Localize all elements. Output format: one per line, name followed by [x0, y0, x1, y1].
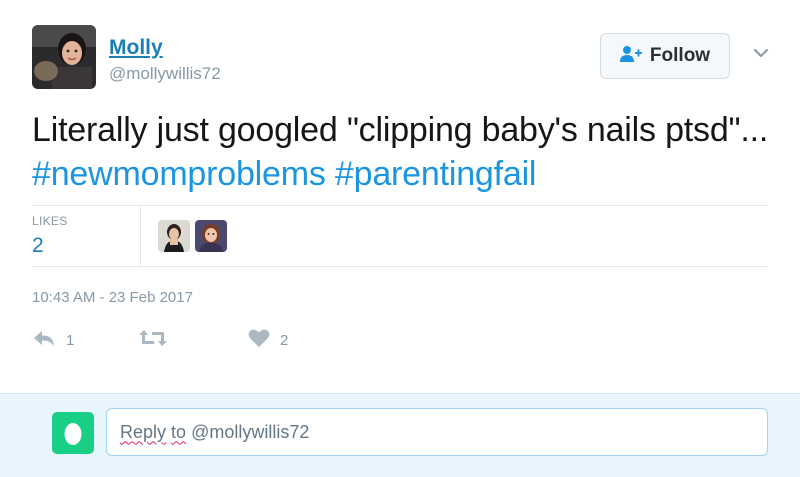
egg-avatar-icon: [52, 412, 94, 454]
divider: [32, 205, 768, 206]
reply-button[interactable]: 1: [32, 328, 74, 353]
reply-placeholder-word: to: [171, 421, 187, 442]
reply-input[interactable]: Reply to @mollywillis72: [106, 408, 768, 456]
tweet-body: Literally just googled "clipping baby's …: [32, 111, 769, 149]
reply-bar: Reply to @mollywillis72: [0, 393, 800, 477]
heart-icon: [248, 328, 270, 353]
reply-count: 1: [66, 332, 75, 349]
follow-label: Follow: [649, 45, 711, 66]
liker-avatar[interactable]: [158, 220, 190, 252]
author-name[interactable]: Molly: [109, 36, 163, 60]
liker-avatar[interactable]: [195, 220, 227, 252]
author-handle[interactable]: @mollywillis72: [109, 64, 221, 84]
tweet-timestamp[interactable]: 10:43 AM - 23 Feb 2017: [32, 289, 193, 306]
hashtag-link[interactable]: #parentingfail: [335, 155, 537, 193]
tweet-card: Molly @mollywillis72 Follow Literally ju…: [0, 0, 800, 393]
reply-placeholder-word: Reply: [120, 421, 167, 442]
tweet-text: Literally just googled "clipping baby's …: [32, 108, 772, 196]
likes-stat[interactable]: LIKES 2: [32, 214, 68, 258]
reply-placeholder-handle: @mollywillis72: [191, 421, 310, 442]
divider: [32, 266, 768, 267]
likes-count: 2: [32, 234, 44, 257]
like-button[interactable]: 2: [248, 328, 288, 353]
add-user-icon: [619, 45, 642, 68]
divider: [140, 206, 141, 266]
chevron-down-icon[interactable]: [750, 42, 772, 64]
like-count: 2: [280, 332, 289, 349]
hashtag-link[interactable]: #newmomproblems: [32, 155, 326, 193]
retweet-button[interactable]: [138, 328, 168, 353]
author-avatar[interactable]: [32, 25, 96, 89]
follow-button[interactable]: Follow: [600, 33, 730, 79]
reply-icon: [32, 328, 56, 353]
likes-label: LIKES: [32, 214, 68, 228]
retweet-icon: [138, 328, 168, 353]
